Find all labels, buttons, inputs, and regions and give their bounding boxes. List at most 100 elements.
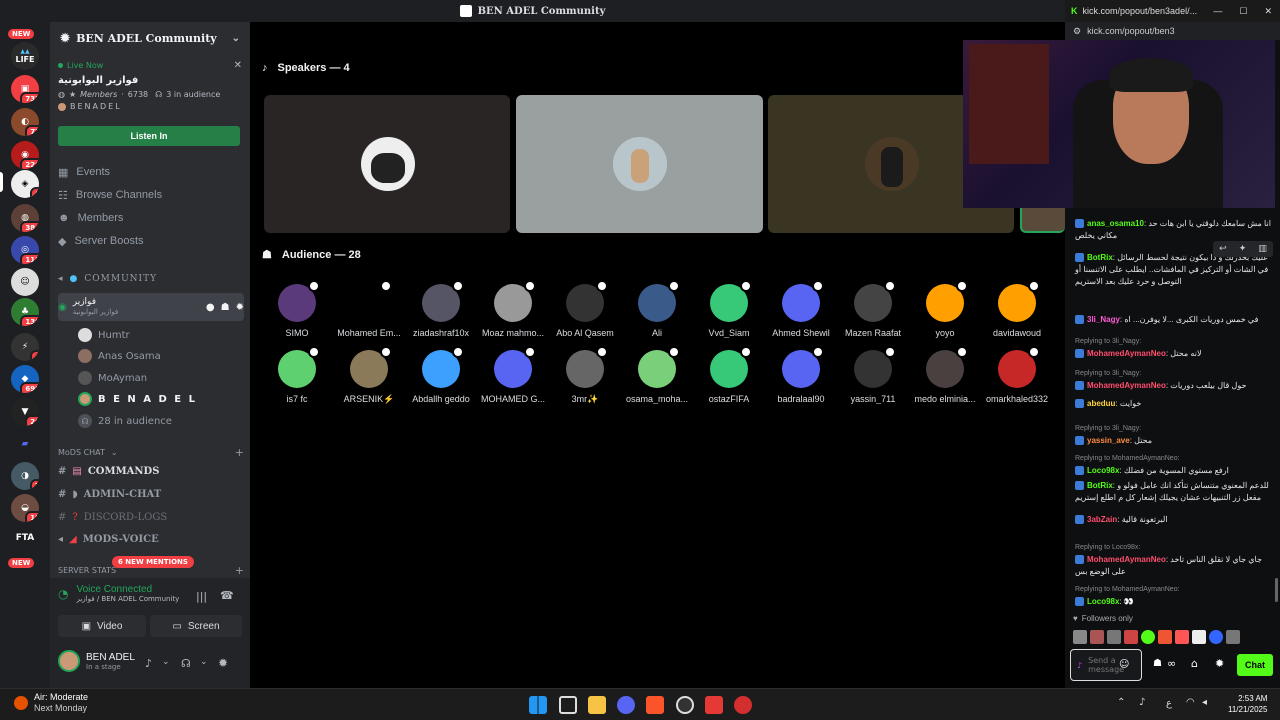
chat-message[interactable]: abeduu: خوايت xyxy=(1075,398,1273,410)
audience-member[interactable]: MOHAMED G... xyxy=(477,346,549,404)
audience-member[interactable]: Abo Al Qasem xyxy=(549,280,621,338)
chevron-up-icon[interactable]: ⌃ xyxy=(1117,697,1125,708)
reply-icon[interactable]: ↩ xyxy=(1219,244,1227,254)
audience-member[interactable]: yassin_711 xyxy=(837,346,909,404)
server-13[interactable]: ◒ 18 xyxy=(11,494,39,522)
audience-member[interactable]: Abdallh geddo xyxy=(405,346,477,404)
trash-icon[interactable]: ▥ xyxy=(1258,244,1267,254)
chat-message[interactable]: BotRix: عليك بحذرلك و دا بيكون نتيجة لحس… xyxy=(1075,252,1273,288)
emoji-icon[interactable]: ☺ xyxy=(1119,659,1129,670)
audience-member[interactable]: omarkhaled332 xyxy=(981,346,1053,404)
address-bar[interactable]: ⚙ kick.com/popout/ben3 xyxy=(1065,22,1280,40)
chat-message[interactable]: Replying to 3li_Nagy: MohamedAymanNeo: حو… xyxy=(1075,368,1273,392)
audience-member[interactable]: davidawoud xyxy=(981,280,1053,338)
channel-mods-voice[interactable]: ◂ ◢ MODS-VOICE xyxy=(58,529,244,549)
chat-message[interactable]: BotRix: للدعم المعنوي متنساش تتأكد انك ع… xyxy=(1075,480,1273,504)
stage-member[interactable]: Anas Osama xyxy=(78,346,264,366)
chat-username[interactable]: BotRix xyxy=(1087,253,1113,262)
minimize-icon[interactable]: — xyxy=(1213,6,1222,16)
new-mentions-pill[interactable]: 6 NEW MENTIONS xyxy=(112,556,194,568)
audience-member[interactable]: yoyo xyxy=(909,280,981,338)
chat-username[interactable]: MohamedAymanNeo xyxy=(1087,349,1166,358)
nav-server-boosts[interactable]: ◆ Server Boosts xyxy=(58,231,144,251)
chat-username[interactable]: BotRix xyxy=(1087,481,1113,490)
chat-message[interactable]: anas_osama10: انا مش سامعك دلوقتي يا ابن… xyxy=(1075,218,1273,242)
server-life[interactable]: ▲▲ LIFE xyxy=(11,42,39,70)
category-community[interactable]: ◂ ● COMMUNITY xyxy=(58,269,244,289)
emote-icon[interactable] xyxy=(1175,630,1189,644)
close-icon[interactable]: ✕ xyxy=(1264,6,1272,17)
chat-username[interactable]: 3abZain xyxy=(1087,515,1117,524)
chat-message[interactable]: 3li_Nagy: في خمس دوريات الكبرى ...لا يوف… xyxy=(1075,314,1273,326)
media-app-icon[interactable] xyxy=(734,696,752,714)
channel-discord-logs[interactable]: #? DISCORD-LOGS xyxy=(58,507,244,527)
chat-send-button[interactable]: Chat xyxy=(1237,654,1273,676)
pin-icon[interactable]: ✦ xyxy=(1239,244,1247,254)
chat-message[interactable]: Replying to MohamedAymanNeo: Loco98x: 👀 xyxy=(1075,584,1273,608)
nav-members[interactable]: ☻ Members xyxy=(58,208,123,228)
clock[interactable]: 2:53 AM 11/21/2025 xyxy=(1228,693,1267,715)
microphone-icon[interactable]: ♪ xyxy=(145,657,152,670)
close-icon[interactable]: ✕ xyxy=(234,60,242,71)
chat-username[interactable]: yassin_ave xyxy=(1087,436,1130,445)
server-5[interactable]: ◍ 384 xyxy=(11,204,39,232)
server-header[interactable]: ✹ BEN ADEL Community ⌄ xyxy=(50,22,250,54)
audience-member[interactable]: Mohamed Em... xyxy=(333,280,405,338)
audience-member[interactable]: is7 fc xyxy=(261,346,333,404)
nav-events[interactable]: ▦ Events xyxy=(58,162,110,182)
emote-icon[interactable] xyxy=(1209,630,1223,644)
plus-icon[interactable]: + xyxy=(235,564,244,577)
volume-icon[interactable]: ◂ xyxy=(1202,697,1207,708)
emote-icon[interactable] xyxy=(1226,630,1240,644)
chat-username[interactable]: 3li_Nagy xyxy=(1087,315,1120,324)
disconnect-icon[interactable]: ☎ xyxy=(220,589,234,602)
windows-start-icon[interactable] xyxy=(529,696,547,714)
channel-commands[interactable]: # ▤ COMMANDS xyxy=(58,461,244,481)
audience-member[interactable]: Mazen Raafat xyxy=(837,280,909,338)
video-button[interactable]: ▣ Video xyxy=(58,615,146,637)
microphone-icon[interactable]: ♪ xyxy=(1077,661,1082,670)
message-input[interactable]: ♪ Send a message xyxy=(1070,649,1142,681)
folder-icon[interactable]: ▰ xyxy=(11,430,39,458)
speaker-tile[interactable] xyxy=(516,95,763,233)
chevron-down-icon[interactable]: ⌄ xyxy=(162,657,170,667)
chat-message[interactable]: Replying to Loco98x: MohamedAymanNeo: جاي… xyxy=(1075,542,1273,578)
wifi-icon[interactable]: ◠ xyxy=(1186,697,1195,708)
server-4[interactable]: ◈ 6 xyxy=(11,170,39,198)
noise-suppression-icon[interactable]: ||| xyxy=(196,590,207,603)
emote-icon[interactable] xyxy=(1090,630,1104,644)
voice-status[interactable]: Voice Connected xyxy=(76,584,179,595)
stage-member[interactable]: B E N A D E L xyxy=(78,389,264,409)
discord-taskbar-icon[interactable] xyxy=(617,696,635,714)
listen-in-button[interactable]: Listen In xyxy=(58,126,240,146)
chat-username[interactable]: MohamedAymanNeo xyxy=(1087,555,1166,564)
emote-icon[interactable] xyxy=(1192,630,1206,644)
store-icon[interactable]: ⌂ xyxy=(1191,657,1198,670)
server-1[interactable]: ▣ 733 xyxy=(11,75,39,103)
server-3[interactable]: ◉ 226 xyxy=(11,141,39,169)
add-member-icon[interactable]: ☗ xyxy=(221,302,230,313)
gear-icon[interactable]: ✹ xyxy=(1215,657,1224,670)
chevron-down-icon[interactable]: ⌄ xyxy=(200,657,208,667)
server-10[interactable]: ◆ 690 xyxy=(11,365,39,393)
chat-username[interactable]: MohamedAymanNeo xyxy=(1087,381,1166,390)
screen-button[interactable]: ▭ Screen xyxy=(150,615,242,637)
stage-member[interactable]: Humtr xyxy=(78,325,264,345)
brave-browser-icon[interactable] xyxy=(646,696,664,714)
weather-widget[interactable]: Air: Moderate Next Monday xyxy=(14,692,88,714)
audience-member[interactable]: badralaal90 xyxy=(765,346,837,404)
audience-member[interactable]: SIMO xyxy=(261,280,333,338)
audience-member[interactable]: osama_moha... xyxy=(621,346,693,404)
stage-member[interactable]: MoAyman xyxy=(78,368,264,388)
audience-member[interactable]: ziadashraf10x xyxy=(405,280,477,338)
task-view-icon[interactable] xyxy=(559,696,577,714)
audience-member[interactable]: Vvd_Siam xyxy=(693,280,765,338)
gear-icon[interactable]: ✹ xyxy=(236,302,244,313)
audience-member[interactable]: medo elminia... xyxy=(909,346,981,404)
plus-icon[interactable]: + xyxy=(235,446,244,459)
stage-channel[interactable]: ◉ فوازير فوازير البوابونية ● ☗ ✹ xyxy=(58,293,244,321)
category-mods[interactable]: MoDS CHAT ⌄ + xyxy=(58,442,244,462)
chat-username[interactable]: anas_osama10 xyxy=(1087,219,1144,228)
chat-message[interactable]: Replying to 3li_Nagy: yassin_ave: محتل xyxy=(1075,423,1273,447)
emote-icon[interactable] xyxy=(1124,630,1138,644)
